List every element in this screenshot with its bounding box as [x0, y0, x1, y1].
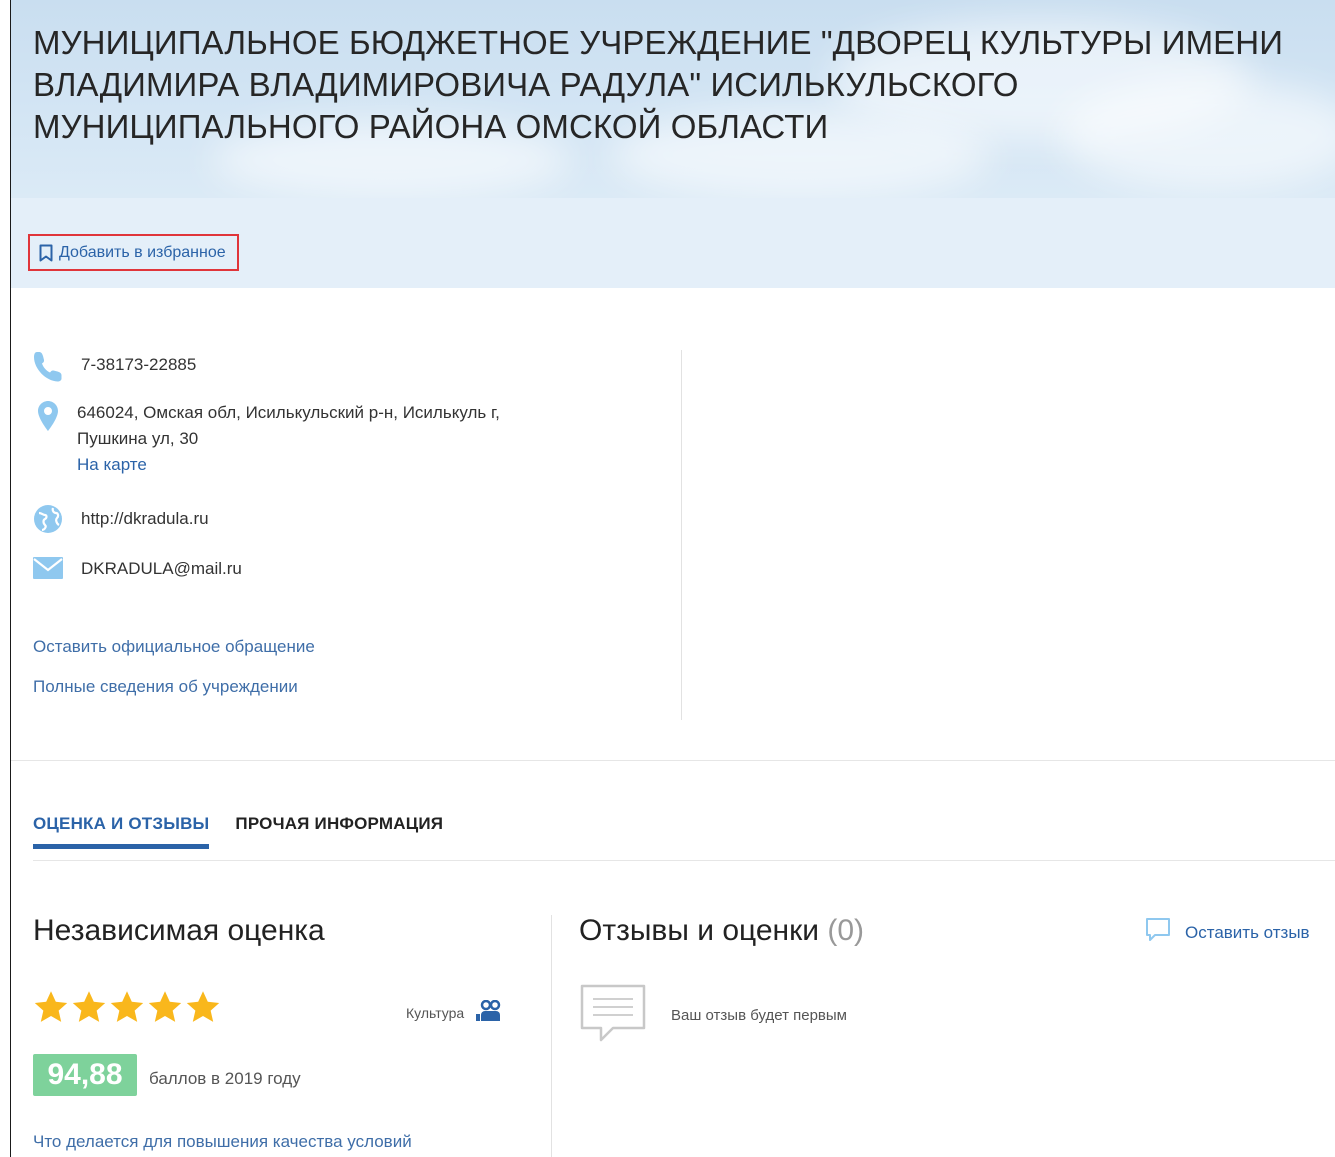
independent-rating-heading: Независимая оценка	[33, 914, 325, 947]
official-appeal-link[interactable]: Оставить официальное обращение	[33, 637, 315, 657]
reviews-count: (0)	[827, 914, 865, 947]
full-details-link[interactable]: Полные сведения об учреждении	[33, 677, 298, 697]
page-title: МУНИЦИПАЛЬНОЕ БЮДЖЕТНОЕ УЧРЕЖДЕНИЕ "ДВОР…	[33, 24, 1284, 145]
org-header: МУНИЦИПАЛЬНОЕ БЮДЖЕТНОЕ УЧРЕЖДЕНИЕ "ДВОР…	[11, 0, 1335, 288]
email-link[interactable]: DKRADULA@mail.ru	[81, 555, 242, 583]
contacts-divider	[681, 350, 682, 720]
rating-stars	[33, 989, 221, 1025]
star-icon	[148, 991, 182, 1022]
contacts-section: 7-38173-22885 646024, Омская обл, Исильк…	[11, 288, 1335, 760]
location-pin-icon	[31, 400, 65, 432]
address-line-2: Пушкина ул, 30	[77, 429, 199, 448]
tab-other-info[interactable]: ПРОЧАЯ ИНФОРМАЦИЯ	[235, 814, 443, 848]
score-badge: 94,88	[33, 1054, 137, 1096]
address-line-1: 646024, Омская обл, Исилькульский р-н, И…	[77, 403, 500, 422]
tabs: ОЦЕНКА И ОТЗЫВЫ ПРОЧАЯ ИНФОРМАЦИЯ	[33, 814, 443, 849]
email-row: DKRADULA@mail.ru	[31, 555, 242, 583]
category-text: Культура	[406, 1004, 465, 1021]
map-link[interactable]: На карте	[77, 452, 500, 478]
star-icon	[186, 991, 220, 1022]
add-to-favorites-label: Добавить в избранное	[59, 243, 226, 261]
bookmark-icon	[39, 244, 53, 262]
leave-review-label: Оставить отзыв	[1185, 922, 1310, 942]
tab-ratings-reviews[interactable]: ОЦЕНКА И ОТЗЫВЫ	[33, 814, 210, 849]
rating-reviews-divider	[551, 915, 552, 1157]
address-row: 646024, Омская обл, Исилькульский р-н, И…	[31, 400, 500, 478]
leave-review-button[interactable]: Оставить отзыв	[1145, 917, 1310, 948]
comment-icon	[1145, 917, 1171, 948]
star-icon	[34, 991, 68, 1022]
address-block: 646024, Омская обл, Исилькульский р-н, И…	[77, 400, 500, 478]
envelope-icon	[31, 555, 65, 581]
website-row: http://dkradula.ru	[31, 504, 209, 534]
reviews-heading: Отзывы и оценки (0)	[579, 914, 864, 948]
globe-icon	[31, 504, 65, 534]
star-icon	[72, 991, 106, 1022]
tabs-underline	[33, 860, 1335, 861]
add-to-favorites-button[interactable]: Добавить в избранное	[28, 234, 239, 271]
empty-reviews-text: Ваш отзыв будет первым	[671, 1006, 847, 1024]
phone-number: 7-38173-22885	[81, 355, 197, 374]
website-link[interactable]: http://dkradula.ru	[81, 504, 209, 534]
category-label: Культура	[406, 999, 504, 1025]
star-icon	[110, 991, 144, 1022]
phone-icon	[31, 350, 65, 382]
reviews-heading-text: Отзывы и оценки	[579, 914, 819, 947]
culture-people-icon	[476, 999, 504, 1025]
quality-improvement-link[interactable]: Что делается для повышения качества усло…	[33, 1132, 412, 1152]
score-caption: баллов в 2019 году	[149, 1069, 301, 1088]
phone-row: 7-38173-22885	[31, 350, 196, 382]
empty-reviews: Ваш отзыв будет первым	[579, 983, 847, 1047]
section-divider	[11, 760, 1335, 761]
empty-comment-icon	[579, 983, 647, 1047]
page-frame: МУНИЦИПАЛЬНОЕ БЮДЖЕТНОЕ УЧРЕЖДЕНИЕ "ДВОР…	[10, 0, 1335, 1157]
